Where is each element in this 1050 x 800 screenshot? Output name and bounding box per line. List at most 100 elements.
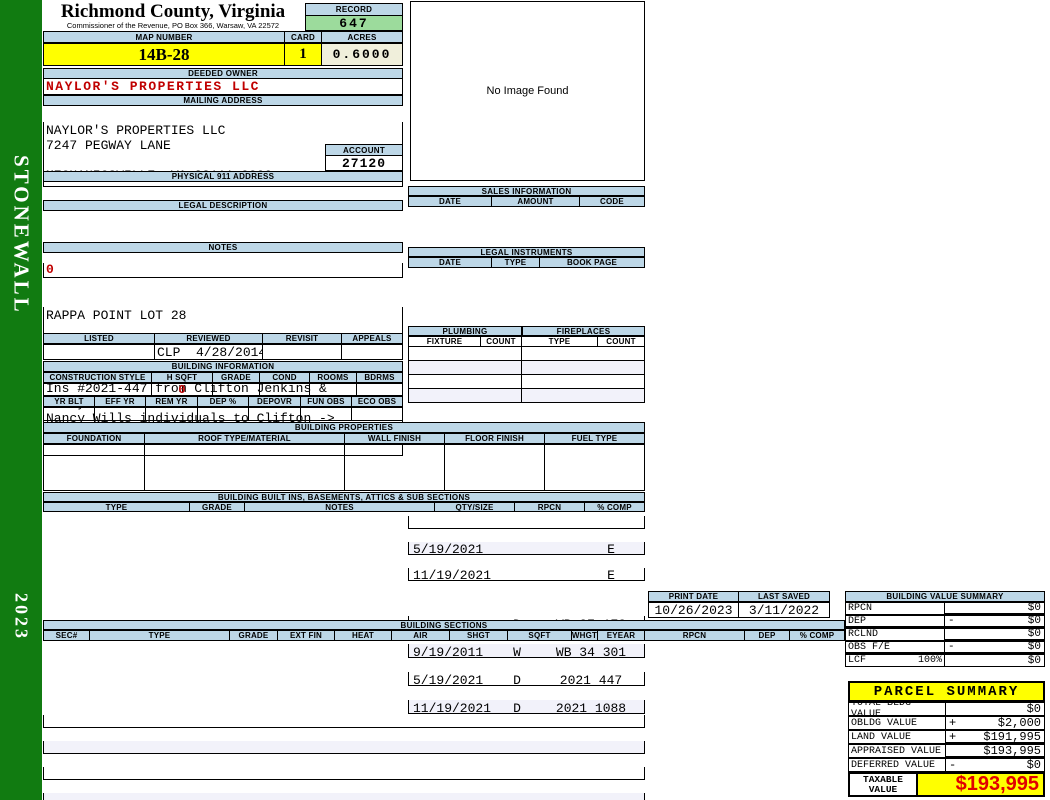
bvs-note: 100% xyxy=(917,655,942,666)
dep-pct-header: DEP % xyxy=(198,396,249,407)
ps-label: DEFERRED VALUE xyxy=(848,758,946,772)
building-info-value-row1: 0 xyxy=(43,383,403,396)
legal-instruments-header: LEGAL INSTRUMENTS xyxy=(408,247,645,257)
fun-obs-value xyxy=(301,407,352,421)
built-ins-qty-header: QTY/SIZE xyxy=(435,502,515,512)
ps-sign: - xyxy=(949,758,957,772)
dep-pct-value xyxy=(198,407,249,421)
built-ins-type-header: TYPE xyxy=(43,502,190,512)
bvs-row: RCLND $0 xyxy=(845,628,1045,641)
account-value: 27120 xyxy=(325,156,403,171)
built-ins-comp-header: % COMP xyxy=(585,502,645,512)
building-properties-header: BUILDING PROPERTIES xyxy=(43,422,645,433)
fireplaces-header: FIREPLACES xyxy=(522,326,645,336)
building-info-value-row2 xyxy=(43,407,403,421)
sales-row: 11/19/2021 E xyxy=(408,568,645,583)
bs-extfin-header: EXT FIN xyxy=(278,630,335,641)
building-sections-header-row: SEC# TYPE GRADE EXT FIN HEAT AIR SHGT SQ… xyxy=(43,630,845,641)
revisit-value xyxy=(263,344,342,360)
parcel-summary-row: LAND VALUE + $191,995 xyxy=(848,730,1045,744)
bs-shgt-header: SHGT xyxy=(450,630,508,641)
rooms-value xyxy=(310,383,357,396)
fun-obs-header: FUN OBS xyxy=(301,396,352,407)
sales-header-row: DATE AMOUNT CODE xyxy=(408,196,645,207)
ps-sign: + xyxy=(949,716,957,730)
built-ins-empty-row xyxy=(43,715,645,728)
li-bookpage: WB 34 301 xyxy=(555,645,627,660)
fuel-type-header: FUEL TYPE xyxy=(545,433,645,444)
record-value: 647 xyxy=(305,16,403,31)
sales-row xyxy=(408,516,645,529)
review-value-row: CLP 4/28/2014 xyxy=(43,344,403,360)
rem-yr-value xyxy=(146,407,198,421)
li-type: D xyxy=(513,673,521,688)
grade-header: GRADE xyxy=(213,372,260,383)
mailing-line1: NAYLOR'S PROPERTIES LLC xyxy=(46,123,226,138)
ps-sign: + xyxy=(949,730,957,744)
eff-yr-header: EFF YR xyxy=(95,396,146,407)
sale-code: E xyxy=(607,568,615,583)
bvs-sign: - xyxy=(948,615,955,627)
parcel-summary-row: TOTAL BLDG VALUE $0 xyxy=(848,702,1045,716)
fireplace-cell xyxy=(522,375,645,389)
legal-instrument-row: 5/19/2021 D 2021 447 xyxy=(408,672,645,688)
bvs-row: LCF 100% $0 xyxy=(845,654,1045,667)
legal-instrument-row: 9/19/2011 W WB 34 301 xyxy=(408,644,645,660)
sales-information-header: SALES INFORMATION xyxy=(408,186,645,196)
ps-label: APPRAISED VALUE xyxy=(848,744,946,758)
plumbing-fireplaces-header-row: FIXTURE COUNT TYPE COUNT xyxy=(408,336,645,347)
building-info-header-row2: YR BLT EFF YR REM YR DEP % DEPOVR FUN OB… xyxy=(43,396,403,407)
depovr-value xyxy=(249,407,301,421)
sale-date: 5/19/2021 xyxy=(413,542,484,557)
reviewed-value: CLP 4/28/2014 xyxy=(155,344,263,360)
listed-value xyxy=(43,344,155,360)
plumbing-fireplaces-row xyxy=(408,389,645,403)
fixture-header: FIXTURE xyxy=(408,336,481,347)
wall-finish-value xyxy=(345,444,445,491)
county-title: Richmond County, Virginia xyxy=(60,1,286,22)
bvs-row: OBS F/E - $0 xyxy=(845,641,1045,654)
floor-finish-value xyxy=(445,444,545,491)
last-saved-value: 3/11/2022 xyxy=(739,602,830,618)
ps-label: OBLDG VALUE xyxy=(848,716,946,730)
legal-instrument-row: 11/19/2021 D 2021 1088 xyxy=(408,700,645,716)
ps-value: $2,000 xyxy=(997,716,1041,730)
parcel-summary-row: OBLDG VALUE + $2,000 xyxy=(848,716,1045,730)
bs-eyear-header: EYEAR xyxy=(598,630,645,641)
depovr-header: DEPOVR xyxy=(249,396,301,407)
fireplace-type-header: TYPE xyxy=(522,336,598,347)
roof-type-value xyxy=(145,444,345,491)
li-type: D xyxy=(513,701,521,716)
appeals-value xyxy=(342,344,403,360)
li-bookpage: 2021 447 xyxy=(559,673,623,688)
print-header-row: PRINT DATE LAST SAVED xyxy=(648,591,830,602)
account-header: ACCOUNT xyxy=(325,144,403,156)
bs-dep-header: DEP xyxy=(745,630,790,641)
review-header-row: LISTED REVIEWED REVISIT APPEALS xyxy=(43,333,403,344)
plumbing-cell xyxy=(408,389,522,403)
construction-style-value xyxy=(43,383,152,396)
bs-air-header: AIR xyxy=(392,630,450,641)
plumbing-fireplaces-row xyxy=(408,375,645,389)
bvs-label: RPCN xyxy=(848,603,873,614)
li-date: 5/19/2021 xyxy=(413,673,484,688)
bs-heat-header: HEAT xyxy=(335,630,392,641)
ps-value: $0 xyxy=(1026,758,1041,772)
ps-value: $0 xyxy=(1026,702,1041,716)
building-properties-value-row xyxy=(43,444,645,491)
bs-sec-header: SEC# xyxy=(43,630,90,641)
legal-description-header: LEGAL DESCRIPTION xyxy=(43,200,403,211)
construction-style-header: CONSTRUCTION STYLE xyxy=(43,372,152,383)
fireplace-cell xyxy=(522,347,645,361)
print-date-value: 10/26/2023 xyxy=(648,602,739,618)
plumbing-count-header: COUNT xyxy=(481,336,522,347)
property-record-card: STONEWALL 2023 Richmond County, Virginia… xyxy=(0,0,1050,800)
ps-label: LAND VALUE xyxy=(848,730,946,744)
building-info-header-row1: CONSTRUCTION STYLE H SQFT GRADE COND ROO… xyxy=(43,372,403,383)
roof-type-header: ROOF TYPE/MATERIAL xyxy=(145,433,345,444)
appeals-header: APPEALS xyxy=(342,333,403,344)
print-date-header: PRINT DATE xyxy=(648,591,739,602)
physical-address-value: 0 xyxy=(43,263,403,278)
mailing-address-header: MAILING ADDRESS xyxy=(43,95,403,106)
fuel-type-value xyxy=(545,444,645,491)
